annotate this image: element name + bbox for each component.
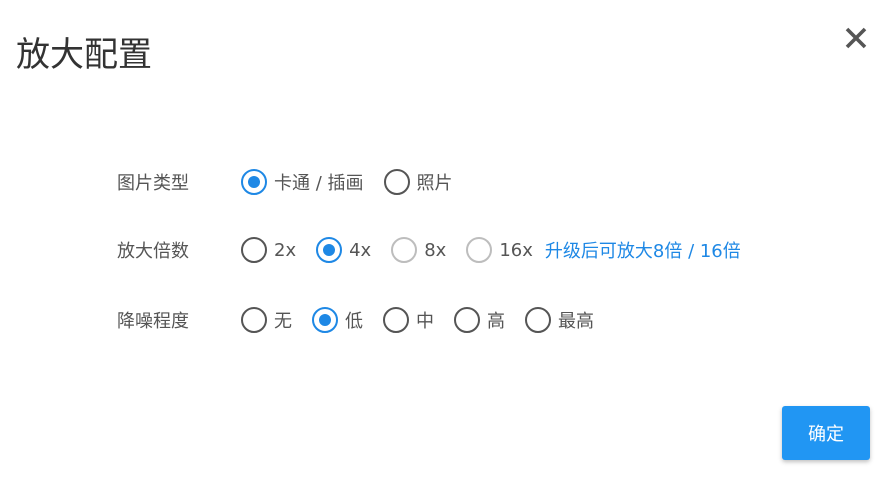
denoise-row: 降噪程度 无 低 中 高 最高: [117, 305, 614, 335]
image-type-option-photo[interactable]: 照片: [383, 169, 453, 195]
scale-option-4x[interactable]: 4x: [316, 237, 371, 263]
image-type-row: 图片类型 卡通 / 插画 照片: [117, 167, 473, 197]
image-type-option-label: 卡通 / 插画: [274, 173, 364, 194]
radio-low[interactable]: [312, 307, 338, 333]
image-type-label: 图片类型: [117, 173, 189, 194]
denoise-option-label: 高: [487, 311, 505, 332]
scale-option-label: 4x: [349, 239, 372, 261]
denoise-option-medium[interactable]: 中: [383, 307, 434, 333]
denoise-option-label: 最高: [558, 311, 594, 332]
scale-option-label: 16x: [499, 239, 533, 261]
upscale-config-dialog: 放大配置 图片类型 卡通 / 插画 照片 放大倍数 2x 4x 8x 16x 升…: [0, 0, 888, 482]
scale-row: 放大倍数 2x 4x 8x 16x 升级后可放大8倍 / 16倍: [117, 235, 741, 265]
scale-option-label: 8x: [424, 239, 447, 261]
denoise-label: 降噪程度: [117, 311, 189, 332]
scale-label: 放大倍数: [117, 241, 189, 262]
radio-highest[interactable]: [525, 307, 551, 333]
radio-medium[interactable]: [383, 307, 409, 333]
radio-2x[interactable]: [241, 237, 267, 263]
radio-photo[interactable]: [383, 169, 410, 195]
radio-16x: [466, 237, 493, 263]
radio-none[interactable]: [241, 307, 267, 333]
denoise-option-low[interactable]: 低: [312, 307, 363, 333]
radio-4x[interactable]: [316, 237, 343, 263]
radio-cartoon[interactable]: [241, 169, 267, 195]
denoise-option-label: 中: [416, 311, 434, 332]
scale-option-2x[interactable]: 2x: [241, 237, 296, 263]
confirm-button[interactable]: 确定: [782, 406, 870, 460]
scale-option-16x: 16x: [466, 237, 533, 263]
denoise-option-label: 无: [274, 311, 292, 332]
denoise-option-label: 低: [345, 311, 363, 332]
image-type-option-label: 照片: [416, 173, 453, 194]
upgrade-link[interactable]: 升级后可放大8倍 / 16倍: [545, 237, 741, 263]
dialog-title: 放大配置: [16, 35, 152, 75]
radio-high[interactable]: [454, 307, 480, 333]
denoise-option-high[interactable]: 高: [454, 307, 505, 333]
denoise-option-none[interactable]: 无: [241, 307, 292, 333]
radio-8x: [391, 237, 418, 263]
scale-option-label: 2x: [274, 239, 297, 261]
scale-option-8x: 8x: [391, 237, 446, 263]
denoise-option-highest[interactable]: 最高: [525, 307, 594, 333]
close-button[interactable]: [842, 24, 870, 52]
image-type-option-cartoon[interactable]: 卡通 / 插画: [241, 169, 364, 195]
close-icon: [845, 27, 867, 49]
